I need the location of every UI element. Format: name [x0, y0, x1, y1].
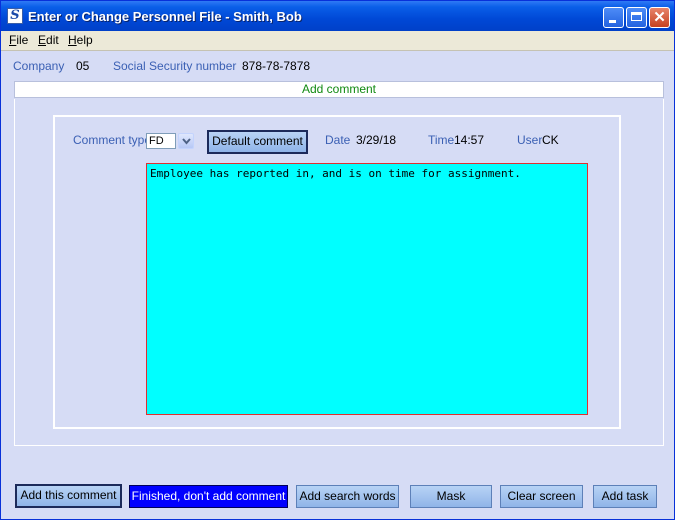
add-comment-button[interactable]: Add this comment [15, 484, 122, 508]
personnel-file-window: S Enter or Change Personnel File - Smith… [0, 0, 675, 520]
close-icon: ✕ [653, 9, 666, 26]
minimize-button[interactable] [603, 7, 624, 28]
clear-screen-button[interactable]: Clear screen [500, 485, 583, 508]
default-comment-button[interactable]: Default comment [207, 130, 308, 154]
menu-help[interactable]: Help [68, 33, 93, 47]
date-label: Date [325, 133, 351, 147]
menu-edit-label: dit [46, 33, 59, 47]
window-title: Enter or Change Personnel File - Smith, … [28, 9, 302, 24]
menu-help-label: elp [76, 33, 93, 47]
add-task-button[interactable]: Add task [593, 485, 657, 508]
user-label: User [517, 133, 543, 147]
menu-edit-mnemonic: E [38, 33, 47, 47]
finished-no-comment-button[interactable]: Finished, don't add comment [129, 485, 288, 508]
ssn-value: 878-78-7878 [242, 59, 311, 73]
menu-bar: File Edit Help [1, 31, 674, 51]
app-icon[interactable]: S [7, 8, 23, 24]
company-value: 05 [76, 59, 90, 73]
maximize-button[interactable] [626, 7, 647, 28]
minimize-icon [609, 20, 616, 23]
mask-button[interactable]: Mask [410, 485, 492, 508]
ssn-label: Social Security number [113, 59, 237, 73]
time-value: 14:57 [454, 133, 485, 147]
comment-type-dropdown-button[interactable] [178, 133, 194, 149]
date-value: 3/29/18 [356, 133, 397, 147]
menu-help-mnemonic: H [68, 33, 77, 47]
company-label: Company [13, 59, 65, 73]
comment-type-input[interactable]: FD [146, 133, 176, 149]
add-search-words-button[interactable]: Add search words [296, 485, 399, 508]
comment-type-label: Comment type [73, 133, 152, 147]
time-label: Time [428, 133, 455, 147]
maximize-icon [631, 12, 642, 21]
chevron-down-icon [182, 138, 191, 145]
title-bar[interactable]: S Enter or Change Personnel File - Smith… [1, 1, 674, 31]
menu-edit[interactable]: Edit [38, 33, 59, 47]
comment-textarea[interactable]: Employee has reported in, and is on time… [146, 163, 588, 415]
menu-file-label: ile [16, 33, 29, 47]
user-value: CK [542, 133, 559, 147]
menu-file[interactable]: File [9, 33, 28, 47]
add-comment-banner: Add comment [14, 81, 664, 98]
close-button[interactable]: ✕ [649, 7, 670, 28]
